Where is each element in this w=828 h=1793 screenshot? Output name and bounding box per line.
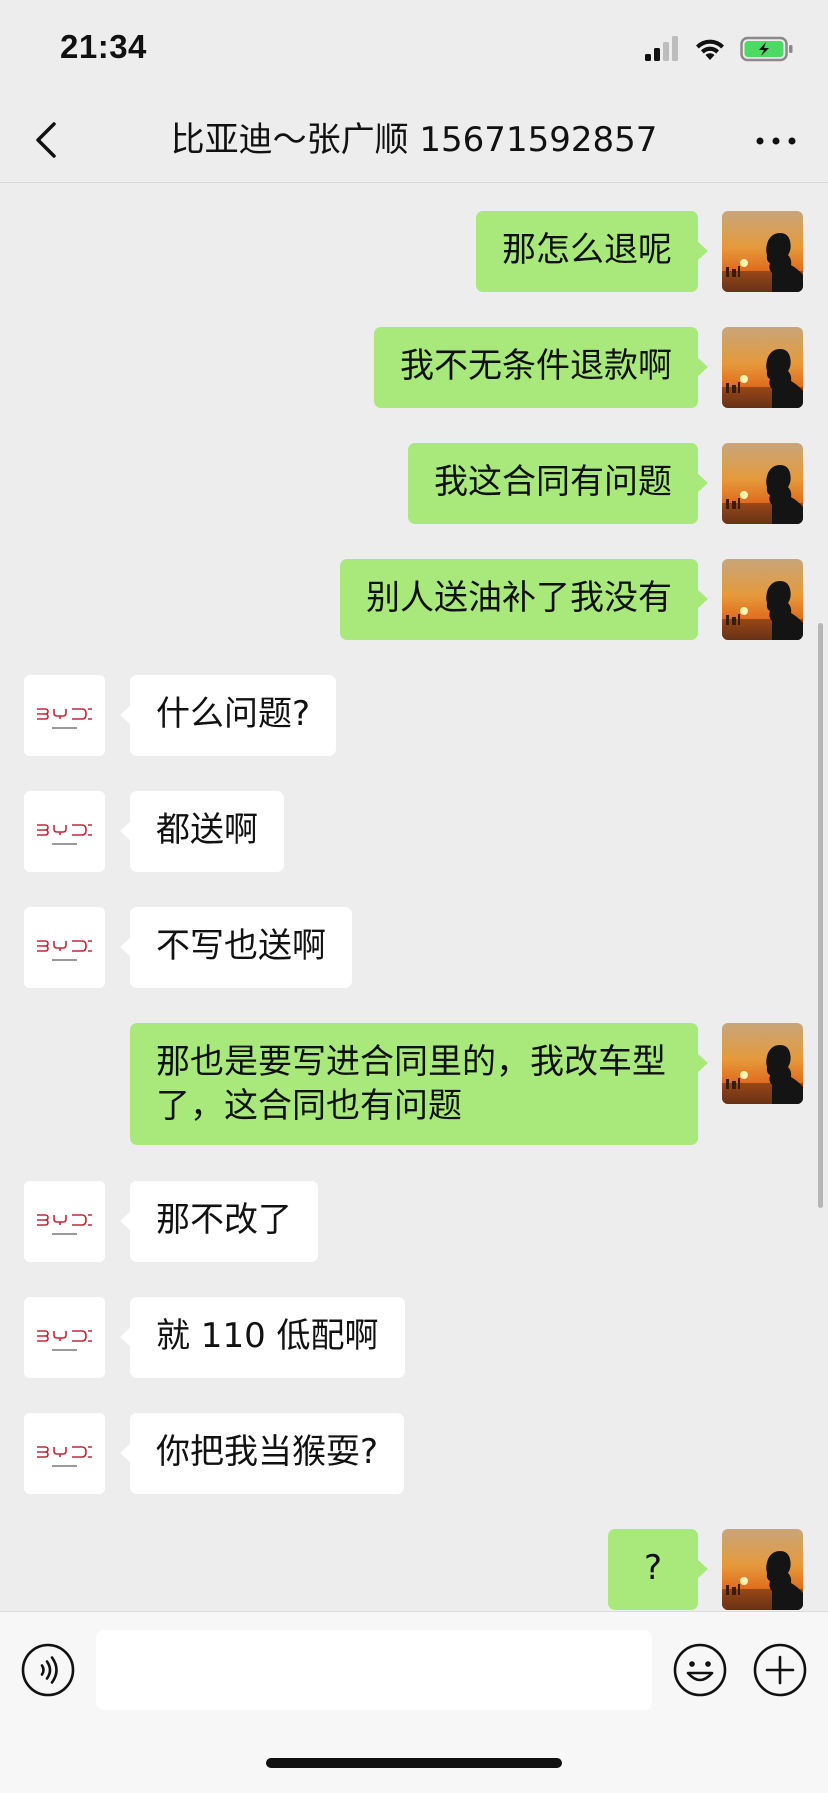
home-indicator[interactable] bbox=[266, 1758, 562, 1768]
signal-icon bbox=[645, 36, 678, 61]
my-avatar[interactable] bbox=[722, 443, 803, 524]
message-bubble-received[interactable]: 那不改了 bbox=[120, 1181, 318, 1262]
chat-title: 比亚迪～张广顺 15671592857 bbox=[170, 120, 658, 160]
message-bubble-received[interactable]: 不写也送啊 bbox=[120, 907, 352, 988]
message-bubble-received[interactable]: 你把我当猴耍? bbox=[119, 1413, 405, 1494]
my-avatar[interactable] bbox=[722, 327, 803, 408]
my-avatar[interactable] bbox=[722, 1529, 803, 1610]
message-input[interactable] bbox=[96, 1630, 652, 1710]
message-bubble-received[interactable]: 都送啊 bbox=[120, 791, 284, 872]
wifi-icon bbox=[696, 39, 724, 60]
byd-avatar[interactable] bbox=[24, 907, 105, 988]
emoji-icon[interactable] bbox=[672, 1642, 728, 1698]
byd-avatar[interactable] bbox=[24, 1181, 105, 1262]
byd-avatar[interactable] bbox=[24, 675, 105, 756]
add-more-icon[interactable] bbox=[752, 1642, 808, 1698]
message-bubble-received[interactable]: 就 110 低配啊 bbox=[120, 1297, 405, 1378]
byd-avatar[interactable] bbox=[24, 1413, 105, 1494]
status-icons bbox=[644, 34, 794, 64]
message-bubble-sent[interactable]: 别人送油补了我没有 bbox=[340, 559, 708, 640]
more-options-icon[interactable] bbox=[754, 124, 798, 158]
message-bubble-sent[interactable]: 那怎么退呢 bbox=[476, 211, 708, 292]
nav-bar: 比亚迪～张广顺 15671592857 bbox=[0, 100, 828, 183]
back-arrow-icon[interactable] bbox=[26, 118, 70, 162]
message-bubble-received[interactable]: 什么问题? bbox=[119, 675, 337, 756]
byd-avatar[interactable] bbox=[24, 1297, 105, 1378]
my-avatar[interactable] bbox=[722, 1023, 803, 1104]
chat-area[interactable]: 那怎么退呢 我不无条件退款啊 我这合同有问题 别人送油补了我没有 什么问题? 都… bbox=[0, 183, 828, 1611]
scrollbar[interactable] bbox=[818, 623, 823, 1208]
voice-input-icon[interactable] bbox=[20, 1642, 76, 1698]
byd-avatar[interactable] bbox=[24, 791, 105, 872]
my-avatar[interactable] bbox=[722, 559, 803, 640]
message-bubble-sent[interactable]: 我这合同有问题 bbox=[408, 443, 708, 524]
message-bubble-sent[interactable]: 我不无条件退款啊 bbox=[374, 327, 708, 408]
status-time: 21:34 bbox=[60, 28, 147, 65]
status-bar: 21:34 bbox=[0, 0, 828, 100]
my-avatar[interactable] bbox=[722, 211, 803, 292]
input-bar bbox=[0, 1611, 828, 1793]
message-bubble-sent[interactable]: ? bbox=[608, 1529, 708, 1610]
battery-icon bbox=[740, 36, 793, 62]
message-bubble-sent[interactable]: 那也是要写进合同里的，我改车型了，这合同也有问题 bbox=[130, 1023, 708, 1145]
